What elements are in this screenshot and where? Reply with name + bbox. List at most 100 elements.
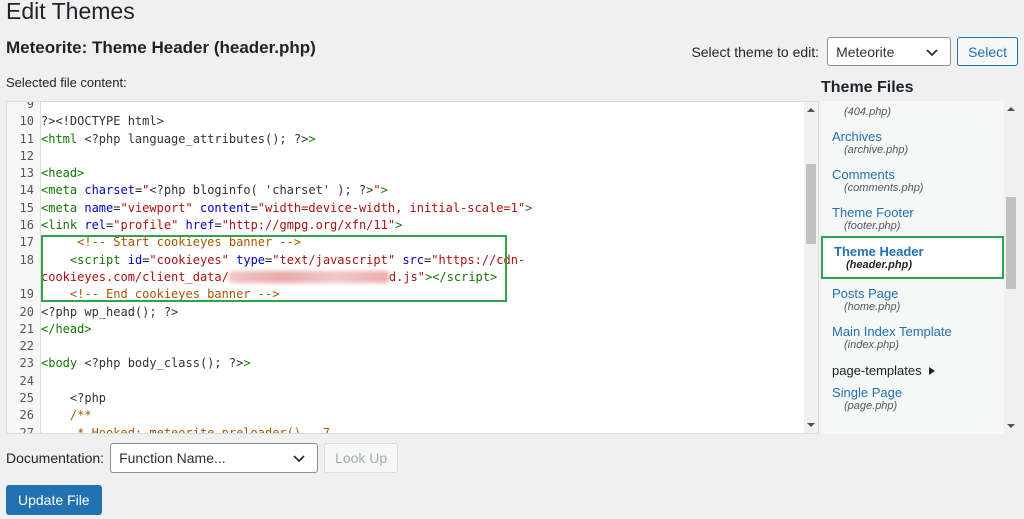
file-title[interactable]: Main Index Template: [832, 324, 1004, 339]
scroll-up-icon[interactable]: [1007, 105, 1015, 113]
line-number: 15: [19, 200, 34, 215]
line-number: 24: [19, 373, 34, 388]
folder-label[interactable]: page-templates: [832, 363, 1004, 378]
documentation-label: Documentation:: [6, 450, 105, 466]
code-line[interactable]: 19 <!-- End cookieyes banner -->: [7, 286, 804, 303]
code-line[interactable]: 23 <body <?php body_class(); ?>>: [7, 355, 804, 372]
code-line[interactable]: 14 <meta charset="<?php bloginfo( 'charse…: [7, 182, 804, 199]
file-title[interactable]: Theme Header: [834, 244, 1002, 259]
theme-files-panel: (404.php) Archives (archive.php) Comments (c…: [821, 101, 1018, 434]
line-number: 20: [19, 304, 34, 319]
code-editor[interactable]: 9 10 ?><!DOCTYPE html> 11 <html <?php langua…: [6, 101, 819, 434]
code-text: ?><!DOCTYPE html>: [41, 114, 164, 129]
chevron-down-icon: [926, 48, 938, 56]
theme-file-item[interactable]: Theme Footer (footer.php): [821, 198, 1004, 236]
theme-select-value: Meteorite: [836, 43, 895, 60]
line-number: 17: [19, 235, 34, 250]
file-title[interactable]: Comments: [832, 167, 1004, 182]
line-number: 27: [19, 425, 34, 434]
update-file-button[interactable]: Update File: [6, 485, 102, 515]
line-number: 13: [19, 166, 34, 181]
file-heading: Meteorite: Theme Header (header.php): [6, 38, 316, 57]
look-up-button[interactable]: Look Up: [324, 443, 399, 473]
file-title[interactable]: Theme Footer: [832, 205, 1004, 220]
editor-scrollbar[interactable]: [804, 102, 818, 433]
code-text: <?php wp_head(); ?>: [41, 304, 179, 319]
file-title[interactable]: Single Page: [832, 385, 1004, 400]
theme-select-label: Select theme to edit:: [691, 43, 820, 60]
line-number: 11: [19, 131, 34, 146]
line-number: [7, 269, 41, 286]
theme-file-item[interactable]: Main Index Template (index.php): [821, 317, 1004, 355]
theme-files-title: Theme Files: [821, 79, 914, 96]
theme-file-item[interactable]: Single Page (page.php): [821, 378, 1004, 416]
code-text: </head>: [41, 321, 92, 336]
code-line[interactable]: 13 <head>: [7, 165, 804, 182]
code-line[interactable]: 16 <link rel="profile" href="http://gmpg.…: [7, 217, 804, 234]
line-number: 18: [19, 252, 34, 267]
chevron-down-icon: [293, 455, 305, 463]
code-line[interactable]: 26 /**: [7, 407, 804, 424]
code-line[interactable]: 10 ?><!DOCTYPE html>: [7, 113, 804, 130]
code-line[interactable]: 17 <!-- Start cookieyes banner -->: [7, 234, 804, 251]
code-line[interactable]: 24: [7, 373, 804, 390]
code-text: <!-- End cookieyes banner -->: [69, 287, 280, 302]
code-lines[interactable]: 9 10 ?><!DOCTYPE html> 11 <html <?php langua…: [7, 101, 804, 434]
scroll-down-icon[interactable]: [807, 421, 815, 429]
code-line[interactable]: 20 <?php wp_head(); ?>: [7, 304, 804, 321]
files-scroll-thumb[interactable]: [1006, 197, 1016, 289]
code-line[interactable]: 22: [7, 338, 804, 355]
theme-file-item[interactable]: Archives (archive.php): [821, 122, 1004, 160]
theme-select[interactable]: Meteorite: [827, 37, 952, 66]
folder-name: page-templates: [832, 363, 922, 378]
select-theme-button[interactable]: Select: [957, 37, 1018, 66]
code-text: cookieyes.com/client_data/d.js"></script…: [41, 269, 498, 284]
file-title[interactable]: Posts Page: [832, 286, 1004, 301]
file-name: (404.php): [844, 106, 892, 118]
file-name: (home.php): [844, 301, 901, 313]
code-text: <script id="cookieyes" type="text/javasc…: [69, 252, 526, 267]
file-name: (header.php): [846, 259, 913, 271]
scroll-down-icon[interactable]: [1007, 422, 1015, 430]
line-number: 23: [19, 356, 34, 371]
code-text: <html <?php language_attributes(); ?>>: [41, 131, 316, 146]
line-number: 21: [19, 321, 34, 336]
scroll-up-icon[interactable]: [807, 106, 815, 114]
selected-file-label: Selected file content:: [6, 75, 127, 90]
file-name: (comments.php): [844, 182, 924, 194]
theme-file-item[interactable]: Theme Header (header.php): [821, 236, 1004, 279]
function-name-select[interactable]: Function Name...: [110, 443, 319, 473]
code-text: <!-- Start cookieyes banner -->: [77, 235, 302, 250]
code-text: * Hooked: meteorite_preloader() - 7: [77, 425, 330, 434]
code-line[interactable]: 11 <html <?php language_attributes(); ?>>: [7, 131, 804, 148]
line-number: 9: [26, 101, 34, 111]
theme-file-item[interactable]: Posts Page (home.php): [821, 279, 1004, 317]
line-number: 10: [19, 114, 34, 129]
function-name-value: Function Name...: [119, 450, 226, 466]
documentation-row: Documentation: Function Name... Look Up: [6, 443, 399, 473]
theme-file-item[interactable]: Comments (comments.php): [821, 160, 1004, 198]
line-number: 25: [19, 391, 34, 406]
code-line[interactable]: 18 <script id="cookieyes" type="text/jav…: [7, 252, 804, 269]
file-name: (footer.php): [844, 220, 901, 232]
code-line[interactable]: 25 <?php: [7, 390, 804, 407]
caret-right-icon: [928, 366, 935, 375]
code-line[interactable]: 27 * Hooked: meteorite_preloader() - 7: [7, 425, 804, 434]
line-number: 19: [19, 287, 34, 302]
theme-folder-item[interactable]: page-templates: [821, 363, 1004, 378]
code-line[interactable]: 15 <meta name="viewport" content="width=d…: [7, 200, 804, 217]
code-line[interactable]: 12: [7, 148, 804, 165]
code-text: <meta name="viewport" content="width=dev…: [41, 200, 533, 215]
code-line[interactable]: 9: [7, 101, 804, 113]
code-line[interactable]: 21 </head>: [7, 321, 804, 338]
file-title[interactable]: Archives: [832, 129, 1004, 144]
file-name: (index.php): [844, 339, 900, 351]
code-text: <link rel="profile" href="http://gmpg.or…: [41, 218, 403, 233]
theme-file-item[interactable]: (404.php): [821, 101, 1004, 122]
editor-scroll-thumb[interactable]: [806, 164, 816, 244]
line-number: 16: [19, 218, 34, 233]
theme-selector: Select theme to edit: Meteorite Select: [691, 37, 1018, 66]
code-line-wrap[interactable]: cookieyes.com/client_data/d.js"></script…: [7, 269, 804, 286]
theme-files-list: (404.php) Archives (archive.php) Comments (c…: [821, 101, 1004, 416]
files-scrollbar[interactable]: [1004, 101, 1018, 434]
